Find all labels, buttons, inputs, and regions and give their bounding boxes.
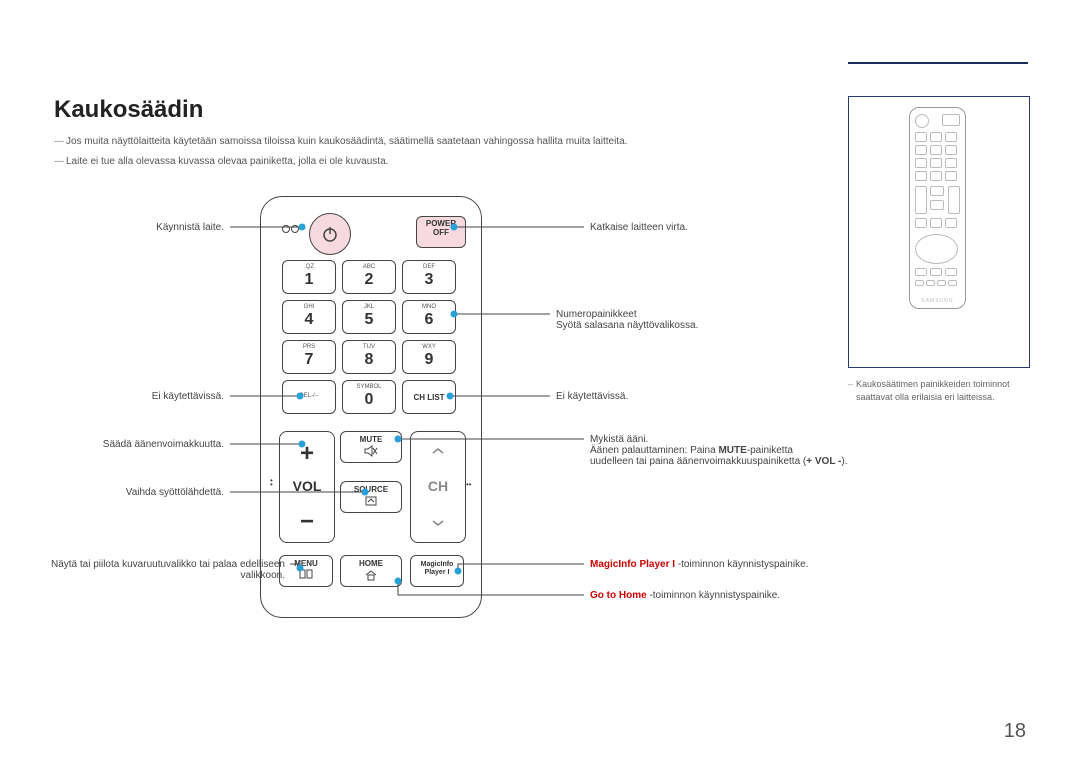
callout-power-on: Käynnistä laite. (54, 222, 224, 233)
callout-numbers: Numeropainikkeet Syötä salasana näyttöva… (556, 309, 816, 331)
power-off-label-2: OFF (433, 228, 449, 237)
key-chlist: CH LIST (402, 380, 456, 414)
mini-remote-icon: SAMSUNG (909, 107, 966, 309)
power-icon (320, 224, 340, 244)
mute-button: MUTE (340, 431, 402, 463)
volume-rocker: + VOL − (279, 431, 335, 543)
callout-adjust-vol: Säädä äänenvoimakkuutta. (54, 439, 224, 450)
home-icon (364, 569, 378, 581)
callout-home: Go to Home -toiminnon käynnistyspainike. (590, 590, 850, 601)
callout-power-off: Katkaise laitteen virta. (590, 222, 830, 233)
key-9: WXY9 (402, 340, 456, 374)
vol-minus-icon: − (280, 508, 334, 536)
chevron-up-icon (411, 442, 465, 460)
dots-icon: •• (270, 479, 273, 487)
magicinfo-button: MagicInfo Player I (410, 555, 464, 587)
key-2: ABC2 (342, 260, 396, 294)
note-1: Jos muita näyttölaitteita käytetään samo… (66, 134, 627, 150)
callout-change-src: Vaihda syöttölähdettä. (54, 487, 224, 498)
manual-page: Kaukosäädin ―Jos muita näyttölaitteita k… (0, 0, 1080, 763)
key-0: SYMBOL0 (342, 380, 396, 414)
key-3: DEF3 (402, 260, 456, 294)
page-title: Kaukosäädin (54, 96, 203, 124)
numeric-keypad: .QZ1 ABC2 DEF3 GHI4 JKL5 MNO6 PRS7 TUV8 … (279, 257, 463, 417)
power-off-button: POWER OFF (416, 216, 466, 248)
power-on-button (309, 213, 351, 255)
note-2: Laite ei tue alla olevassa kuvassa oleva… (66, 154, 388, 170)
callout-menu: Näytä tai piilota kuvaruutuvalikko tai p… (0, 559, 285, 581)
ch-label: CH (411, 478, 465, 494)
key-4: GHI4 (282, 300, 336, 334)
menu-button: MENU (279, 555, 333, 587)
callout-magicinfo: MagicInfo Player I -toiminnon käynnistys… (590, 559, 850, 570)
side-illustration-box: SAMSUNG (848, 96, 1030, 368)
brand-label: SAMSUNG (910, 298, 965, 304)
dots-icon: •• (466, 483, 472, 487)
key-8: TUV8 (342, 340, 396, 374)
callout-not-avail-right: Ei käytettävissä. (556, 391, 796, 402)
remote-diagram: POWER OFF .QZ1 ABC2 DEF3 GHI4 JKL5 MNO6 … (260, 196, 482, 618)
key-6: MNO6 (402, 300, 456, 334)
sidebox-note: –Kaukosäätimen painikkeiden toiminnot sa… (848, 378, 1038, 403)
channel-rocker: CH (410, 431, 466, 543)
key-1: .QZ1 (282, 260, 336, 294)
power-off-label-1: POWER (426, 219, 456, 228)
menu-icon (299, 569, 313, 579)
key-7: PRS7 (282, 340, 336, 374)
callout-not-avail-left: Ei käytettävissä. (54, 391, 224, 402)
vol-plus-icon: + (280, 440, 334, 468)
header-rule (848, 62, 1028, 64)
key-del: DEL-/-- (282, 380, 336, 414)
source-icon (364, 495, 378, 507)
page-number: 18 (1004, 720, 1026, 743)
home-button: HOME (340, 555, 402, 587)
chevron-down-icon (411, 514, 465, 532)
vol-label: VOL (280, 478, 334, 494)
notes-block: ―Jos muita näyttölaitteita käytetään sam… (54, 134, 627, 174)
key-5: JKL5 (342, 300, 396, 334)
mute-icon (364, 445, 378, 457)
callout-mute: Mykistä ääni. Äänen palauttaminen: Paina… (590, 434, 850, 467)
source-button: SOURCE (340, 481, 402, 513)
led-icon (291, 225, 299, 233)
led-icon (282, 225, 290, 233)
